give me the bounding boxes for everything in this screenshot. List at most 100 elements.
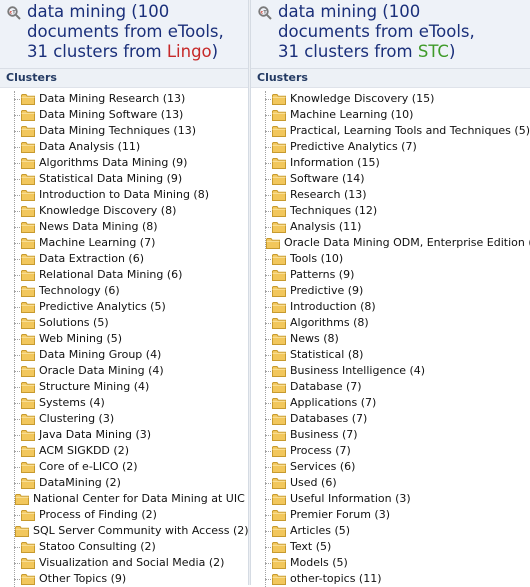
cluster-item[interactable]: Information (15) [265, 155, 530, 171]
cluster-item[interactable]: Techniques (12) [265, 203, 530, 219]
cluster-item[interactable]: Process (7) [265, 443, 530, 459]
cluster-item[interactable]: Databases (7) [265, 411, 530, 427]
cluster-item[interactable]: Systems (4) [14, 395, 248, 411]
cluster-item[interactable]: Predictive Analytics (7) [265, 139, 530, 155]
cluster-item[interactable]: Tools (10) [265, 251, 530, 267]
cluster-item[interactable]: Business (7) [265, 427, 530, 443]
cluster-item[interactable]: Data Analysis (11) [14, 139, 248, 155]
page-title: data mining (100 documents from eTools, … [27, 2, 224, 62]
tree-connector [265, 275, 271, 276]
tree-connector [14, 307, 20, 308]
cluster-item[interactable]: Data Mining Research (13) [14, 91, 248, 107]
cluster-item[interactable]: Practical, Learning Tools and Techniques… [265, 123, 530, 139]
cluster-item[interactable]: SQL Server Community with Access (2) [14, 523, 249, 539]
cluster-item[interactable]: Used (6) [265, 475, 530, 491]
cluster-label: Technology (6) [39, 284, 120, 297]
cluster-label: Process (7) [290, 444, 351, 457]
cluster-item[interactable]: Web Mining (5) [14, 331, 248, 347]
cluster-item[interactable]: Statistical Data Mining (9) [14, 171, 248, 187]
tree-connector [14, 355, 20, 356]
cluster-item[interactable]: Introduction to Data Mining (8) [14, 187, 248, 203]
tree-connector [14, 115, 20, 116]
cluster-item[interactable]: Technology (6) [14, 283, 248, 299]
cluster-item[interactable]: Solutions (5) [14, 315, 248, 331]
cluster-item[interactable]: National Center for Data Mining at UIC (… [14, 491, 264, 507]
cluster-item[interactable]: Data Mining Techniques (13) [14, 123, 248, 139]
tree-connector [265, 371, 271, 372]
cluster-item[interactable]: Data Extraction (6) [14, 251, 248, 267]
cluster-item[interactable]: Structure Mining (4) [14, 379, 248, 395]
tree-connector [265, 499, 271, 500]
cluster-item[interactable]: Core of e-LICO (2) [14, 459, 248, 475]
cluster-item[interactable]: DataMining (2) [14, 475, 248, 491]
cluster-item[interactable]: Algorithms Data Mining (9) [14, 155, 248, 171]
tree-connector [265, 435, 271, 436]
cluster-label: Core of e-LICO (2) [39, 460, 138, 473]
tree-connector [14, 563, 20, 564]
folder-icon [21, 317, 35, 329]
cluster-item[interactable]: Database (7) [265, 379, 530, 395]
cluster-item[interactable]: Knowledge Discovery (15) [265, 91, 530, 107]
folder-icon [21, 573, 35, 585]
title-line-1: data mining (100 [278, 2, 421, 21]
cluster-item[interactable]: Oracle Data Mining (4) [14, 363, 248, 379]
cluster-item[interactable]: Predictive Analytics (5) [14, 299, 248, 315]
cluster-item[interactable]: Data Mining Software (13) [14, 107, 248, 123]
cluster-item[interactable]: Models (5) [265, 555, 530, 571]
cluster-label: Predictive Analytics (5) [39, 300, 166, 313]
cluster-item[interactable]: News Data Mining (8) [14, 219, 248, 235]
cluster-item[interactable]: Software (14) [265, 171, 530, 187]
cluster-item[interactable]: Machine Learning (10) [265, 107, 530, 123]
cluster-item[interactable]: Applications (7) [265, 395, 530, 411]
cluster-label: Research (13) [290, 188, 367, 201]
cluster-item[interactable]: Research (13) [265, 187, 530, 203]
folder-icon [271, 125, 286, 137]
cluster-item[interactable]: Relational Data Mining (6) [14, 267, 248, 283]
cluster-label: Predictive (9) [290, 284, 364, 297]
cluster-item[interactable]: Machine Learning (7) [14, 235, 248, 251]
cluster-item[interactable]: Business Intelligence (4) [265, 363, 530, 379]
cluster-item[interactable]: Statistical (8) [265, 347, 530, 363]
cluster-item[interactable]: Algorithms (8) [265, 315, 530, 331]
cluster-item[interactable]: Useful Information (3) [265, 491, 530, 507]
folder-icon [272, 189, 286, 201]
cluster-item[interactable]: Premier Forum (3) [265, 507, 530, 523]
cluster-item[interactable]: Java Data Mining (3) [14, 427, 248, 443]
folder-icon [272, 541, 286, 553]
tree-connector [14, 179, 20, 180]
cluster-label: Knowledge Discovery (8) [39, 204, 177, 217]
folder-icon [21, 125, 35, 137]
cluster-item[interactable]: Predictive (9) [265, 283, 530, 299]
cluster-item[interactable]: Oracle Data Mining ODM, Enterprise Editi… [265, 235, 530, 251]
tree-connector [265, 163, 271, 164]
folder-icon [15, 493, 29, 505]
cluster-item[interactable]: Introduction (8) [265, 299, 530, 315]
folder-icon [272, 397, 286, 409]
cluster-item[interactable]: Visualization and Social Media (2) [14, 555, 248, 571]
cluster-label: Business Intelligence (4) [290, 364, 426, 377]
folder-icon [272, 317, 286, 329]
cluster-item[interactable]: Clustering (3) [14, 411, 248, 427]
cluster-label: Services (6) [290, 460, 356, 473]
tree-connector [14, 387, 20, 388]
cluster-label: Techniques (12) [290, 204, 378, 217]
cluster-label: News Data Mining (8) [39, 220, 158, 233]
folder-icon [21, 429, 35, 441]
cluster-item[interactable]: Analysis (11) [265, 219, 530, 235]
tree-connector [14, 419, 20, 420]
cluster-item[interactable]: Services (6) [265, 459, 530, 475]
cluster-item[interactable]: Process of Finding (2) [14, 507, 248, 523]
folder-icon [21, 541, 35, 553]
cluster-item[interactable]: Knowledge Discovery (8) [14, 203, 248, 219]
folder-icon [272, 205, 286, 217]
cluster-item[interactable]: ACM SIGKDD (2) [14, 443, 248, 459]
cluster-item[interactable]: News (8) [265, 331, 530, 347]
cluster-label: Software (14) [290, 172, 365, 185]
cluster-item[interactable]: Text (5) [265, 539, 530, 555]
cluster-item[interactable]: Statoo Consulting (2) [14, 539, 248, 555]
folder-icon [21, 269, 35, 281]
tree-connector [14, 131, 20, 132]
cluster-item[interactable]: Patterns (9) [265, 267, 530, 283]
cluster-item[interactable]: Data Mining Group (4) [14, 347, 248, 363]
cluster-item[interactable]: Articles (5) [265, 523, 530, 539]
